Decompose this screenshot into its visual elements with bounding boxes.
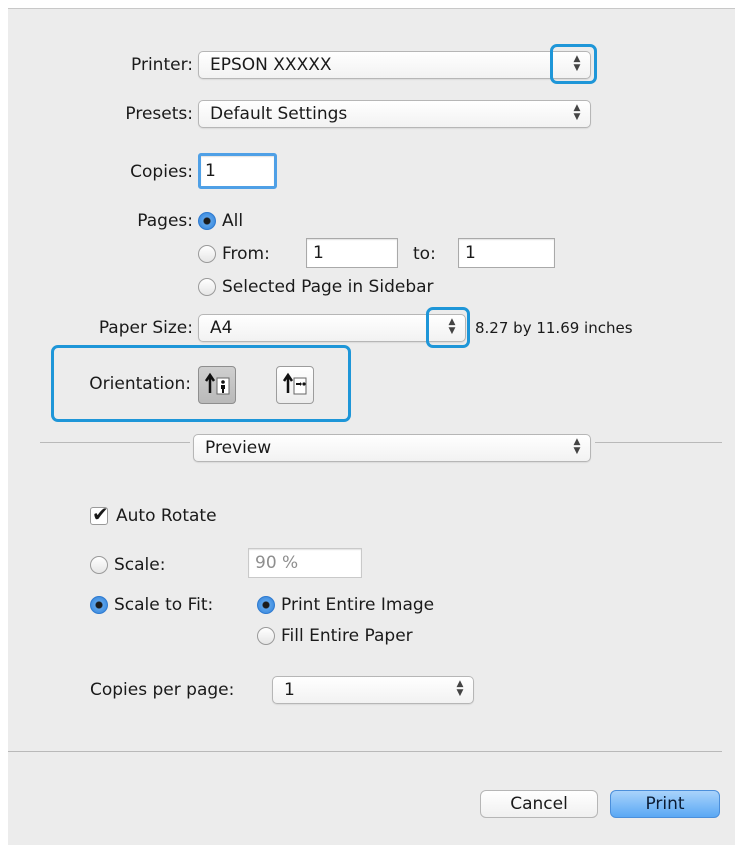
copies-per-page-popup[interactable]: 1 ▲ ▼ (272, 676, 474, 704)
pages-from-radio[interactable] (198, 245, 216, 263)
printer-label: Printer: (131, 55, 193, 75)
portrait-orientation-button[interactable] (198, 366, 236, 404)
portrait-orientation-icon (204, 372, 230, 395)
pages-all-label: All (222, 211, 244, 231)
scale-value: 90 % (255, 553, 299, 573)
pages-to-label: to: (413, 244, 436, 264)
scale-field[interactable]: 90 % (248, 548, 362, 578)
copies-value: 1 (205, 161, 216, 181)
landscape-orientation-icon (282, 372, 307, 395)
fill-entire-paper-radio[interactable] (257, 627, 275, 645)
paper-size-popup[interactable]: A4 ▲ ▼ (198, 314, 466, 342)
pages-to-value: 1 (465, 243, 476, 263)
pages-from-value: 1 (313, 243, 324, 263)
presets-popup[interactable]: Default Settings ▲ ▼ (198, 100, 591, 128)
printer-value: EPSON XXXXX (210, 55, 332, 75)
section-popup-value: Preview (205, 438, 272, 458)
pages-selected-radio[interactable] (198, 278, 216, 296)
print-entire-image-radio[interactable] (257, 596, 275, 614)
scale-radio[interactable] (90, 556, 108, 574)
presets-label: Presets: (125, 104, 193, 124)
auto-rotate-checkbox[interactable]: ✔ (90, 502, 109, 526)
pages-label: Pages: (137, 211, 193, 231)
copies-field[interactable]: 1 (198, 153, 277, 189)
popup-arrows-icon: ▲ ▼ (573, 103, 581, 122)
print-entire-image-label: Print Entire Image (281, 595, 435, 615)
copies-label: Copies: (130, 162, 193, 182)
printer-popup[interactable]: EPSON XXXXX ▲ ▼ (198, 51, 591, 79)
popup-arrows-icon: ▲ ▼ (573, 54, 581, 73)
scale-label: Scale: (114, 555, 166, 575)
copies-per-page-value: 1 (284, 680, 295, 700)
print-dialog: Printer: EPSON XXXXX ▲ ▼ Presets: Default… (8, 8, 735, 845)
orientation-label: Orientation: (89, 374, 191, 394)
bottom-divider (8, 751, 722, 752)
scale-to-fit-radio[interactable] (90, 596, 108, 614)
paper-size-label: Paper Size: (98, 318, 193, 338)
copies-per-page-label: Copies per page: (90, 680, 235, 700)
fill-entire-paper-label: Fill Entire Paper (281, 626, 413, 646)
auto-rotate-label: Auto Rotate (116, 506, 217, 526)
popup-arrows-icon: ▲ ▼ (448, 317, 456, 336)
section-divider-right (595, 442, 722, 443)
pages-from-label: From: (222, 244, 270, 264)
presets-value: Default Settings (210, 104, 348, 124)
print-button[interactable]: Print (610, 790, 720, 818)
popup-arrows-icon: ▲ ▼ (456, 679, 464, 698)
popup-arrows-icon: ▲ ▼ (573, 437, 581, 456)
section-popup[interactable]: Preview ▲ ▼ (193, 434, 591, 462)
section-divider-left (40, 442, 190, 443)
pages-all-radio[interactable] (198, 212, 216, 230)
checkmark-icon: ✔ (92, 502, 109, 526)
scale-to-fit-label: Scale to Fit: (114, 595, 214, 615)
cancel-button[interactable]: Cancel (480, 790, 598, 818)
pages-selected-label: Selected Page in Sidebar (222, 277, 434, 297)
paper-size-dimensions: 8.27 by 11.69 inches (475, 319, 633, 337)
landscape-orientation-button[interactable] (276, 366, 314, 404)
pages-from-field[interactable]: 1 (306, 238, 398, 268)
pages-to-field[interactable]: 1 (458, 238, 555, 268)
paper-size-value: A4 (210, 318, 233, 338)
